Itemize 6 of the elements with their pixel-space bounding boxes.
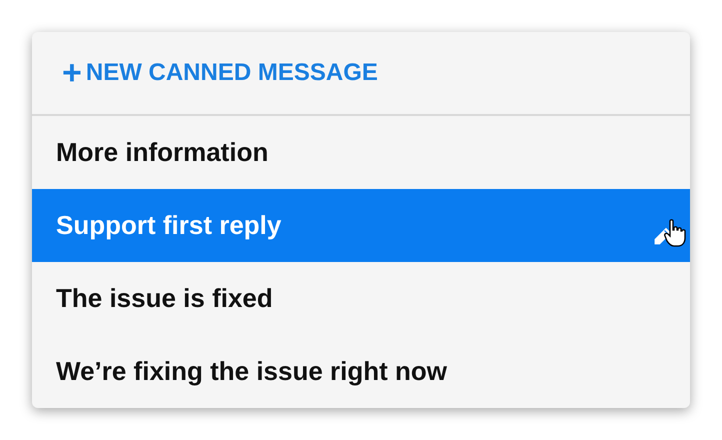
- canned-message-item[interactable]: More information: [32, 116, 690, 189]
- new-canned-message-button[interactable]: +NEW CANNED MESSAGE: [62, 56, 378, 90]
- canned-message-item[interactable]: Support first reply: [32, 189, 690, 262]
- hand-cursor-icon: [664, 218, 686, 246]
- canned-message-item[interactable]: We’re fixing the issue right now: [32, 335, 690, 408]
- canned-message-item[interactable]: The issue is fixed: [32, 262, 690, 335]
